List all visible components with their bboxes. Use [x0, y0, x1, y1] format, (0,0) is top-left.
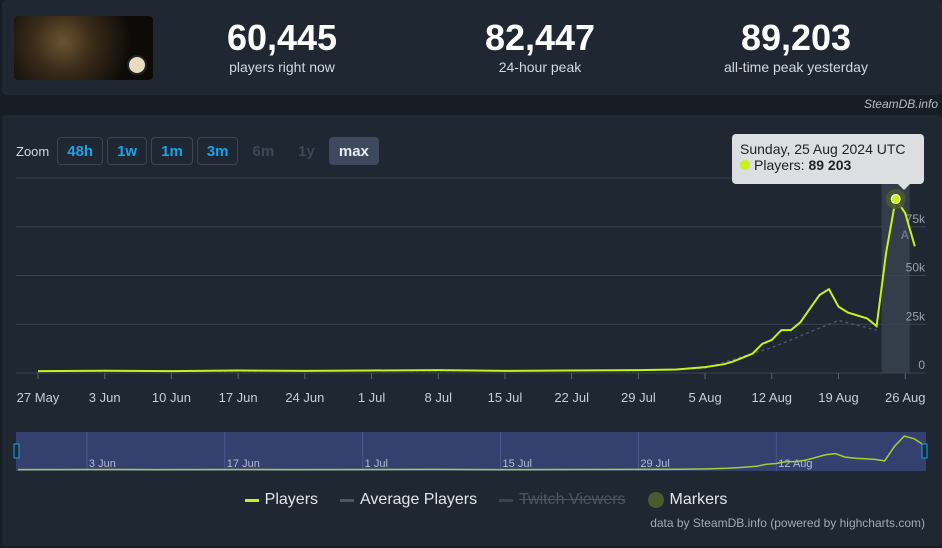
average-players-line — [37, 319, 877, 372]
y-tick-label: 0 — [918, 358, 925, 372]
navigator-handle-left — [13, 443, 20, 459]
legend-players[interactable]: Players — [244, 491, 318, 509]
x-tick-label: 8 Jul — [425, 390, 453, 405]
player-chart[interactable]: 025k50k75k27 May 3 Jun 10 Jun 17 Jun 24 Jun 1… — [0, 0, 942, 548]
x-tick-label: 15 Jul — [488, 390, 523, 405]
peak-point — [890, 194, 901, 205]
y-tick-label: 25k — [906, 309, 926, 323]
x-tick-label: 1 Jul — [358, 390, 386, 405]
x-tick-label: 24 Jun — [285, 390, 324, 405]
x-tick-label: 5 Aug — [688, 390, 721, 405]
navigator-tick-label: 1 Jul — [365, 458, 388, 470]
legend-average-players[interactable]: Average Players — [340, 491, 477, 509]
source-credit[interactable]: data by SteamDB.info (powered by highcha… — [650, 516, 925, 530]
x-tick-label: 27 May — [17, 390, 60, 405]
x-tick-label: 29 Jul — [621, 390, 656, 405]
legend: Players Average Players Twitch Viewers M… — [0, 491, 942, 509]
x-tick-label: 10 Jun — [152, 390, 191, 405]
tooltip: Sunday, 25 Aug 2024 UTC Players: 89 203 — [732, 134, 924, 190]
y-tick-label: 50k — [906, 261, 926, 275]
tooltip-date: Sunday, 25 Aug 2024 UTC — [740, 141, 906, 157]
x-tick-label: 22 Jul — [554, 390, 589, 405]
tooltip-series: Players: — [754, 157, 809, 173]
tooltip-value: 89 203 — [808, 157, 852, 173]
marker-dot-icon — [647, 492, 664, 508]
twitch-line-icon — [499, 498, 514, 502]
navigator-tick-label: 17 Jun — [227, 458, 260, 470]
players-dot-icon — [740, 160, 750, 170]
marker-label: A — [901, 228, 910, 242]
x-tick-label: 17 Jun — [219, 390, 258, 405]
navigator-tick-label: 29 Jul — [640, 458, 669, 470]
x-tick-label: 26 Aug — [885, 390, 926, 405]
x-tick-label: 19 Aug — [818, 390, 859, 405]
legend-twitch-viewers[interactable]: Twitch Viewers — [499, 491, 626, 509]
navigator-handle-right — [921, 443, 928, 459]
navigator-tick-label: 15 Jul — [503, 458, 532, 470]
x-tick-label: 3 Jun — [89, 390, 121, 405]
navigator-tick-label: 3 Jun — [89, 458, 116, 470]
average-line-icon — [340, 498, 355, 502]
x-tick-label: 12 Aug — [752, 390, 793, 405]
legend-markers[interactable]: Markers — [647, 491, 727, 509]
players-line-icon — [244, 498, 259, 502]
players-line — [37, 196, 916, 373]
